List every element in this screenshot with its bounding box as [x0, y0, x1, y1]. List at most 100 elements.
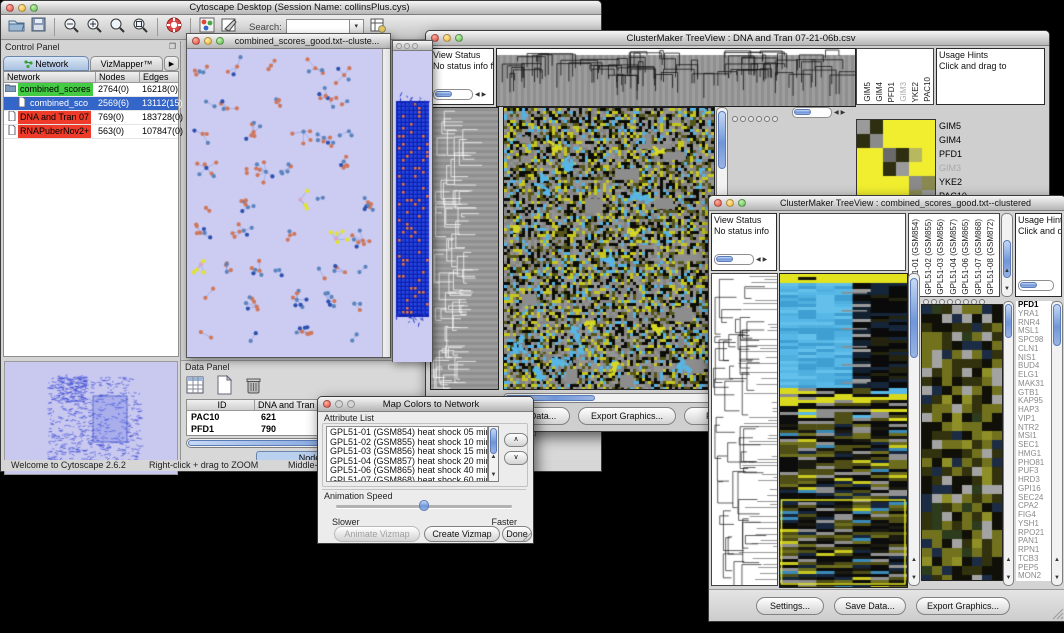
- left-arrow-icon[interactable]: ◀: [834, 110, 839, 116]
- minimize-icon[interactable]: [443, 34, 451, 42]
- column-label[interactable]: GPL51-08 (GSM872): [986, 219, 995, 295]
- zoom-icon[interactable]: [347, 400, 355, 408]
- close-icon[interactable]: [323, 400, 331, 408]
- column-label[interactable]: GPL51-06 (GSM865): [961, 219, 970, 295]
- tv2-vscrollbar[interactable]: ▲▼: [908, 273, 920, 586]
- treeview-dna-titlebar[interactable]: ClusterMaker TreeView : DNA and Tran 07-…: [426, 31, 1049, 46]
- save-icon[interactable]: [31, 17, 46, 37]
- scroll-arrows[interactable]: ▲▼: [1003, 259, 1011, 295]
- grid-network-canvas[interactable]: [393, 51, 432, 362]
- tv2-gene-vscrollbar[interactable]: ▲▼: [1051, 301, 1063, 586]
- tv1-hscrollbar[interactable]: [503, 393, 715, 403]
- create-vizmap-button[interactable]: Create Vizmap: [424, 526, 500, 542]
- column-label[interactable]: PAC10: [923, 77, 932, 102]
- attribute-select-icon[interactable]: [185, 375, 205, 400]
- tv2-export-graphics-button[interactable]: Export Graphics...: [916, 597, 1010, 615]
- tv1-export-graphics-button[interactable]: Export Graphics...: [578, 407, 676, 425]
- more-tabs-icon[interactable]: ▶: [164, 56, 179, 71]
- network-canvas[interactable]: [187, 49, 382, 357]
- move-up-button[interactable]: ∧: [504, 433, 528, 447]
- left-arrow-icon[interactable]: ◀: [756, 257, 761, 263]
- tv1-similarity-heatmap[interactable]: [856, 119, 936, 205]
- close-icon[interactable]: [714, 199, 722, 207]
- tv2-status-zoom-slider[interactable]: ◀ ▶: [714, 254, 767, 265]
- window-controls[interactable]: [6, 4, 38, 12]
- zoom-icon[interactable]: [216, 37, 224, 45]
- column-label[interactable]: YKE2: [911, 82, 920, 102]
- tv1-detail-toolbar[interactable]: [732, 109, 780, 127]
- gene-label[interactable]: PFD1: [939, 147, 979, 161]
- new-attribute-icon[interactable]: [215, 375, 233, 400]
- network-row[interactable]: RNAPuberNov2+563(0)107847(0): [4, 125, 178, 139]
- tv1-status-zoom-slider[interactable]: ◀ ▶: [433, 89, 486, 100]
- column-label[interactable]: GPL51-03 (GSM856): [936, 219, 945, 295]
- zoom-icon[interactable]: [455, 34, 463, 42]
- animation-slider-thumb[interactable]: [419, 500, 429, 511]
- close-icon[interactable]: [396, 43, 402, 49]
- tv2-labels-vscrollbar[interactable]: ▲▼: [1001, 213, 1013, 297]
- close-icon[interactable]: [6, 4, 14, 12]
- minimize-icon[interactable]: [204, 37, 212, 45]
- minimize-icon[interactable]: [18, 4, 26, 12]
- minimize-icon[interactable]: [404, 43, 410, 49]
- scroll-arrows[interactable]: ▲▼: [910, 548, 918, 584]
- column-label[interactable]: GIM4: [875, 82, 884, 102]
- gene-list-item[interactable]: MON2: [1018, 572, 1052, 581]
- birdseye-view[interactable]: [4, 361, 178, 475]
- network-row[interactable]: combined_sco2569(6)13112(15): [4, 97, 178, 111]
- treeview-combined-titlebar[interactable]: ClusterMaker TreeView : combined_scores_…: [709, 196, 1064, 211]
- column-label[interactable]: GIM3: [899, 82, 908, 102]
- resize-grip-icon[interactable]: [522, 532, 532, 542]
- tv1-column-dendrogram[interactable]: [496, 48, 856, 107]
- zoom-in-icon[interactable]: [86, 17, 103, 38]
- resize-grip-icon[interactable]: [1052, 608, 1064, 620]
- network-row[interactable]: combined_scores2764(0)16218(0): [4, 83, 178, 97]
- tv2-row-dendrogram[interactable]: [712, 274, 777, 585]
- animate-vizmap-button[interactable]: Animate Vizmap: [334, 526, 420, 542]
- tv1-heatmap[interactable]: [503, 107, 715, 390]
- gene-label[interactable]: GIM3: [939, 161, 979, 175]
- help-lifering-icon[interactable]: [166, 17, 182, 38]
- zoom-fit-icon[interactable]: [109, 17, 126, 38]
- attribute-list-item[interactable]: GPL51-07 (GSM868) heat shock 60 min: [330, 476, 487, 482]
- tv2-column-dendrogram-area[interactable]: [779, 213, 906, 271]
- attribute-list-vscrollbar[interactable]: ▲▼: [488, 426, 499, 482]
- right-arrow-icon[interactable]: ▶: [482, 92, 487, 98]
- network-view-vscrollbar[interactable]: [382, 49, 390, 357]
- dialog-titlebar[interactable]: Map Colors to Network: [318, 397, 533, 412]
- zoom-icon[interactable]: [30, 4, 38, 12]
- open-file-icon[interactable]: [8, 17, 25, 37]
- scroll-arrows[interactable]: ▲▼: [490, 445, 497, 481]
- network-view-titlebar[interactable]: combined_scores_good.txt--cluste...: [187, 34, 390, 49]
- column-label[interactable]: GPL51-04 (GSM857): [949, 219, 958, 295]
- delete-attribute-icon[interactable]: [244, 375, 262, 400]
- network-row[interactable]: DNA and Tran 07769(0)183728(0): [4, 111, 178, 125]
- col-network[interactable]: Network: [4, 72, 96, 83]
- grid-network-titlebar[interactable]: [393, 41, 432, 51]
- tab-network[interactable]: Network: [3, 56, 89, 71]
- zoom-icon[interactable]: [738, 199, 746, 207]
- column-label[interactable]: GPL51-02 (GSM855): [924, 219, 933, 295]
- gene-label[interactable]: YKE2: [939, 175, 979, 189]
- main-titlebar[interactable]: Cytoscape Desktop (Session Name: collins…: [1, 1, 601, 15]
- col-edges[interactable]: Edges: [140, 72, 178, 83]
- column-label[interactable]: PFD1: [887, 82, 896, 102]
- tv1-detail-zoom-slider[interactable]: ◀ ▶: [792, 107, 845, 118]
- attribute-list[interactable]: GPL51-01 (GSM854) heat shock 05 minGPL51…: [326, 426, 488, 482]
- tab-vizmapper[interactable]: VizMapper™: [90, 56, 163, 71]
- tv2-detail-heatmap[interactable]: [921, 304, 1003, 581]
- zoom-icon[interactable]: [412, 43, 418, 49]
- move-down-button[interactable]: ∨: [504, 451, 528, 465]
- zoom-out-icon[interactable]: [63, 17, 80, 38]
- gene-label[interactable]: GIM4: [939, 133, 979, 147]
- tv2-save-data-button[interactable]: Save Data...: [834, 597, 906, 615]
- tv2-usage-slider[interactable]: [1018, 280, 1054, 291]
- gene-label[interactable]: GIM5: [939, 119, 979, 133]
- right-arrow-icon[interactable]: ▶: [841, 110, 846, 116]
- id-column[interactable]: ID: [187, 400, 255, 411]
- minimize-icon[interactable]: [726, 199, 734, 207]
- tv2-detail-vscrollbar[interactable]: ▲▼: [1003, 301, 1014, 586]
- column-label[interactable]: GPL51-07 (GSM868): [974, 219, 983, 295]
- tv1-row-dendrogram[interactable]: [430, 107, 499, 390]
- scroll-arrows[interactable]: ▲▼: [1053, 548, 1061, 584]
